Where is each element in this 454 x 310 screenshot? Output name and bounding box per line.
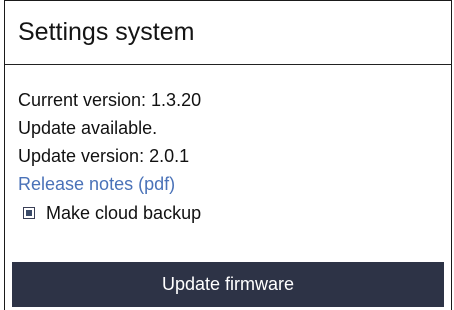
- checkbox-checked-mark-icon: [26, 210, 32, 216]
- cloud-backup-checkbox-row[interactable]: Make cloud backup: [23, 201, 201, 225]
- cloud-backup-checkbox[interactable]: [23, 207, 35, 219]
- current-version-text: Current version: 1.3.20: [18, 90, 202, 110]
- update-firmware-button[interactable]: Update firmware: [12, 262, 444, 307]
- release-notes-link[interactable]: Release notes (pdf): [18, 173, 175, 195]
- panel-title: Settings system: [18, 18, 195, 46]
- update-status-text: Update available.: [18, 118, 158, 138]
- title-divider: [5, 64, 451, 65]
- cloud-backup-label: Make cloud backup: [46, 203, 202, 223]
- update-version-text: Update version: 2.0.1: [18, 146, 190, 166]
- settings-system-panel: Settings system Current version: 1.3.20 …: [4, 0, 452, 310]
